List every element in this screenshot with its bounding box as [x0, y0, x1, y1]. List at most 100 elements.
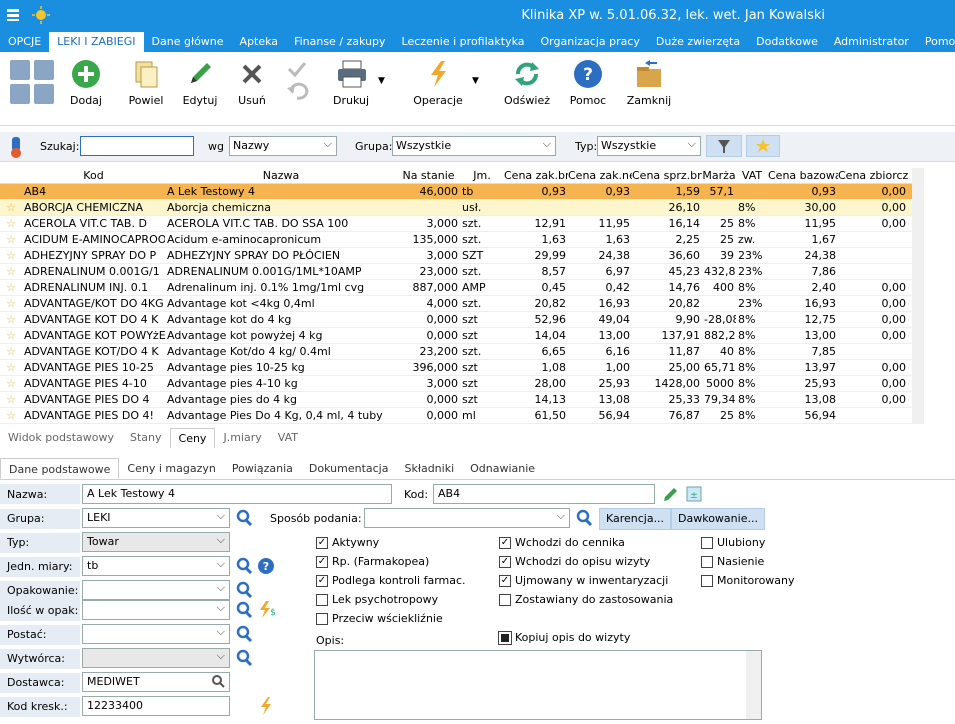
checkbox-checked-icon[interactable]: ✓ [316, 574, 328, 587]
favorite-star-icon[interactable]: ☆ [0, 360, 22, 375]
checkbox-item[interactable]: ✓ Ujmowany w inwentaryzacji [499, 574, 668, 587]
pack-select[interactable] [82, 579, 230, 600]
checkbox-item[interactable]: Ulubiony [701, 536, 765, 549]
favorite-star-icon[interactable]: ☆ [0, 184, 22, 199]
tab-skladniki[interactable]: Składniki [396, 458, 462, 479]
dawkowanie-button[interactable]: Dawkowanie... [671, 508, 765, 530]
checkbox-item[interactable]: ✓ Aktywny [316, 536, 379, 549]
edit-button[interactable]: Edytuj [178, 58, 222, 107]
maker-select[interactable] [82, 647, 230, 668]
table-row[interactable]: ☆ ADVANTAGE PIES 4-10 Advantage pies 4-10 … [0, 376, 912, 392]
undo-icon[interactable] [282, 80, 312, 102]
unit-select[interactable]: tb [82, 555, 230, 576]
column-header[interactable]: Cena zak.net [568, 168, 632, 183]
table-scrollbar[interactable] [912, 168, 924, 424]
route-select[interactable] [364, 507, 570, 528]
favorite-star-icon[interactable]: ☆ [0, 248, 22, 263]
column-header[interactable]: Cena zbiorcza [838, 168, 908, 183]
pack-search-icon[interactable] [234, 580, 254, 600]
qty-select[interactable] [82, 599, 230, 620]
type-select[interactable]: Towar [82, 531, 230, 552]
favorite-star-icon[interactable]: ☆ [0, 312, 22, 327]
add-button[interactable]: Dodaj [64, 58, 108, 107]
code-field[interactable]: AB4 [433, 484, 655, 504]
group-filter-select[interactable]: Wszystkie [392, 136, 556, 156]
refresh-button[interactable]: Odśwież [502, 58, 552, 107]
favorite-star-icon[interactable]: ☆ [0, 408, 22, 423]
favorite-star-icon[interactable]: ☆ [0, 216, 22, 231]
table-row[interactable]: ☆ ADVANTAGE KOT DO 4 K Advantage kot do 4 … [0, 312, 912, 328]
menu-dane-glowne[interactable]: Dane główne [144, 32, 232, 52]
checkbox-checked-icon[interactable]: ✓ [316, 536, 328, 549]
checkbox-unchecked-icon[interactable] [701, 574, 713, 587]
group-select[interactable]: LEKI [82, 507, 230, 528]
column-header[interactable]: Cena zak.br [504, 168, 568, 183]
tab-vat[interactable]: VAT [270, 428, 306, 448]
checkbox-unchecked-icon[interactable] [701, 555, 713, 568]
unit-search-icon[interactable] [234, 556, 254, 576]
description-textarea[interactable] [314, 650, 762, 720]
sun-icon[interactable] [32, 6, 50, 24]
checkbox-item[interactable]: ✓ Podlega kontroli farmac. [316, 574, 466, 587]
type-filter-select[interactable]: Wszystkie [597, 136, 701, 156]
checkbox-item[interactable]: Przeciw wściekliźnie [316, 612, 443, 625]
next-record-icon[interactable] [34, 84, 54, 104]
tab-powiazania[interactable]: Powiązania [224, 458, 301, 479]
checkbox-unchecked-icon[interactable] [499, 593, 511, 606]
table-row[interactable]: ☆ ADVANTAGE KOT/DO 4 K Advantage Kot/do 4 … [0, 344, 912, 360]
checkbox-unchecked-icon[interactable] [316, 593, 328, 606]
qty-operation-icon[interactable]: $ [256, 600, 276, 620]
column-header[interactable]: Jm. [460, 168, 504, 183]
table-row[interactable]: ☆ ADVANTAGE/KOT DO 4KG Advantage kot <4kg … [0, 296, 912, 312]
name-field[interactable]: A Lek Testowy 4 [82, 484, 392, 504]
favorite-star-icon[interactable]: ☆ [0, 328, 22, 343]
app-menu-icon[interactable] [6, 8, 20, 22]
menu-apteka[interactable]: Apteka [232, 32, 287, 52]
print-button[interactable]: Drukuj [326, 58, 376, 107]
table-row[interactable]: ☆ ACEROLA VIT.C TAB. D ACEROLA VIT.C TAB. … [0, 216, 912, 232]
table-row[interactable]: ☆ ACIDUM E-AMINOCAPROO Acidum e-aminocapro… [0, 232, 912, 248]
column-header[interactable]: Kod [22, 168, 165, 183]
route-search-icon[interactable] [574, 508, 594, 528]
tab-odnawianie[interactable]: Odnawianie [462, 458, 543, 479]
menu-leki-zabiegi[interactable]: LEKI I ZABIEGI [49, 32, 144, 52]
checkbox-item[interactable]: ✓ Rp. (Farmakopea) [316, 555, 429, 568]
favorite-star-icon[interactable]: ☆ [0, 280, 22, 295]
supplier-search-icon[interactable] [210, 674, 226, 693]
qty-search-icon[interactable] [234, 600, 254, 620]
column-header[interactable]: Cena bazowa [768, 168, 838, 183]
barcode-generate-icon[interactable] [256, 696, 276, 719]
table-row[interactable]: ☆ AB4 A Lek Testowy 4 46,000 tb 0,93 0,93 1,59 5… [0, 184, 912, 200]
operations-dropdown-icon[interactable]: ▼ [472, 76, 479, 86]
checkbox-unchecked-icon[interactable] [316, 612, 328, 625]
checkbox-item[interactable]: Lek psychotropowy [316, 593, 438, 606]
table-row[interactable]: ☆ ADRENALINUM 0.001G/1 ADRENALINUM 0.001G/… [0, 264, 912, 280]
table-row[interactable]: ☆ ADVANTAGE KOT POWYżE Advantage kot powyż… [0, 328, 912, 344]
menu-organizacja[interactable]: Organizacja pracy [533, 32, 648, 52]
favorite-star-icon[interactable]: ☆ [0, 296, 22, 311]
last-record-icon[interactable] [34, 60, 54, 80]
group-search-icon[interactable] [234, 508, 254, 528]
menu-pomoc[interactable]: Pomoc [917, 32, 955, 52]
favorite-star-icon[interactable]: ☆ [0, 200, 22, 215]
checkbox-checked-icon[interactable]: ✓ [499, 574, 511, 587]
unit-help-icon[interactable]: ? [256, 556, 276, 576]
tab-jmiary[interactable]: J.miary [215, 428, 269, 448]
checkbox-item[interactable]: ✓ Wchodzi do opisu wizyty [499, 555, 650, 568]
table-row[interactable]: ☆ ADVANTAGE PIES DO 4 Advantage pies do 4 … [0, 392, 912, 408]
search-input[interactable] [80, 136, 194, 156]
tab-widok-podstawowy[interactable]: Widok podstawowy [0, 428, 122, 448]
favorite-star-icon[interactable]: ☆ [0, 344, 22, 359]
karencja-button[interactable]: Karencja... [599, 508, 671, 530]
menu-opcje[interactable]: OPCJE [0, 32, 49, 52]
print-dropdown-icon[interactable]: ▼ [378, 76, 385, 86]
description-scrollbar[interactable] [746, 651, 761, 719]
menu-dodatkowe[interactable]: Dodatkowe [748, 32, 826, 52]
search-by-select[interactable]: Nazwy [229, 136, 337, 156]
generate-code-icon[interactable]: ± [684, 484, 704, 507]
first-record-icon[interactable] [10, 60, 30, 80]
table-row[interactable]: ☆ ADHEZYJNY SPRAY DO P ADHEZYJNY SPRAY DO … [0, 248, 912, 264]
form-select[interactable] [82, 623, 230, 644]
checkbox-item[interactable]: Monitorowany [701, 574, 795, 587]
table-row[interactable]: ☆ ADVANTAGE PIES DO 4! Advantage Pies Do 4… [0, 408, 912, 424]
